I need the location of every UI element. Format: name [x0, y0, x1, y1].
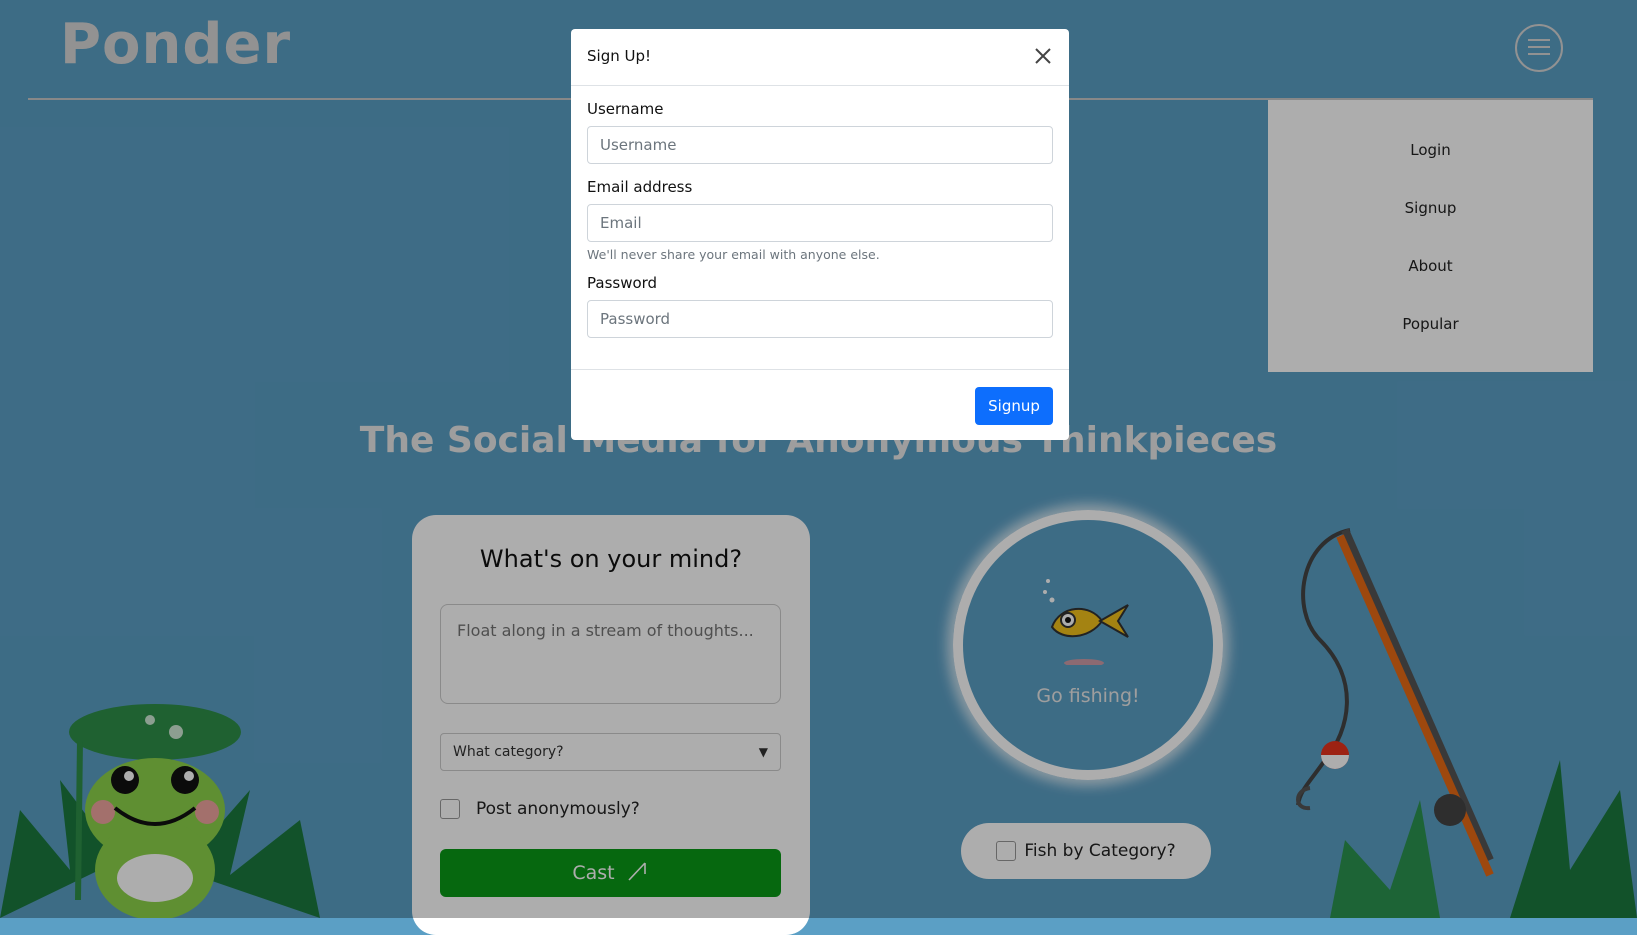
password-label: Password — [587, 274, 658, 292]
email-input[interactable]: Email — [587, 204, 1053, 242]
signup-modal: Sign Up! Username Username Email address… — [571, 29, 1069, 440]
signup-submit-button[interactable]: Signup — [975, 387, 1053, 425]
username-input[interactable]: Username — [587, 126, 1053, 164]
password-input[interactable]: Password — [587, 300, 1053, 338]
modal-title: Sign Up! — [587, 47, 651, 65]
email-label: Email address — [587, 178, 693, 196]
email-help-text: We'll never share your email with anyone… — [587, 247, 880, 262]
modal-footer-divider — [571, 369, 1069, 370]
modal-header: Sign Up! — [571, 29, 1069, 86]
close-icon[interactable] — [1031, 44, 1055, 68]
username-label: Username — [587, 100, 664, 118]
